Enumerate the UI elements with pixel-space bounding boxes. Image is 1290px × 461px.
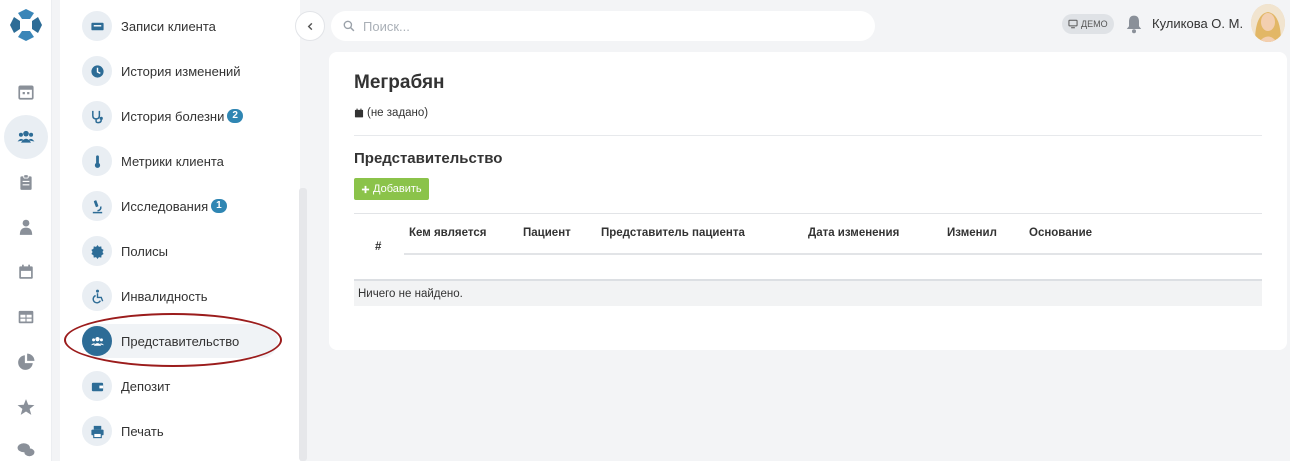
patient-name: Меграбян — [354, 72, 445, 93]
add-representative-button[interactable]: Добавить — [354, 178, 429, 200]
divider — [354, 135, 1262, 136]
clipboard-icon[interactable] — [4, 160, 48, 204]
add-button-label: Добавить — [373, 183, 422, 195]
menu-item-medical-history[interactable]: История болезни 2 — [82, 99, 278, 133]
chevron-left-icon — [307, 22, 312, 30]
count-badge: 1 — [211, 199, 227, 213]
id-card-icon — [82, 11, 112, 41]
printer-icon — [82, 416, 112, 446]
empty-message: Ничего не найдено. — [358, 287, 463, 300]
birth-date-value: (не задано) — [367, 107, 429, 119]
menu-item-label: Исследования — [121, 198, 209, 214]
column-header-relation[interactable]: Кем является — [409, 227, 486, 239]
stethoscope-icon — [82, 101, 112, 131]
collapse-menu-button[interactable] — [295, 11, 325, 41]
avatar[interactable] — [1251, 4, 1285, 42]
notification-bell-icon[interactable] — [1125, 14, 1143, 34]
clock-icon — [82, 56, 112, 86]
menu-item-client-metrics[interactable]: Метрики клиента — [82, 144, 278, 178]
doctor-icon[interactable] — [4, 205, 48, 249]
thermometer-icon — [82, 146, 112, 176]
demo-badge[interactable]: ДЕМО — [1062, 14, 1114, 34]
pie-chart-icon[interactable] — [4, 340, 48, 384]
menu-item-change-history[interactable]: История изменений — [82, 54, 278, 88]
header-underline — [404, 253, 1262, 255]
menu-item-label: Представительство — [121, 333, 240, 349]
calendar-icon — [354, 108, 364, 118]
icon-rail — [0, 0, 52, 461]
search-icon — [343, 20, 355, 32]
menu-item-disability[interactable]: Инвалидность — [82, 279, 278, 313]
menu-item-client-records[interactable]: Записи клиента — [82, 9, 278, 43]
patient-card: Меграбян (не задано) Представительство Д… — [329, 52, 1287, 350]
menu-item-label: Полисы — [121, 243, 168, 259]
star-icon[interactable] — [4, 385, 48, 429]
microscope-icon — [82, 191, 112, 221]
users-icon — [82, 326, 112, 356]
app-logo[interactable] — [8, 7, 44, 43]
search-input[interactable] — [363, 18, 843, 34]
menu-item-print[interactable]: Печать — [82, 414, 278, 448]
wheelchair-icon — [82, 281, 112, 311]
certificate-icon — [82, 236, 112, 266]
search-bar[interactable] — [331, 11, 875, 41]
menu-item-label: Инвалидность — [121, 288, 208, 304]
clients-icon[interactable] — [4, 115, 48, 159]
menu-item-label: Записи клиента — [121, 18, 216, 34]
calendar-icon[interactable] — [4, 70, 48, 114]
menu-item-label: Депозит — [121, 378, 171, 394]
demo-label: ДЕМО — [1081, 19, 1108, 29]
column-header-basis[interactable]: Основание — [1029, 227, 1092, 239]
schedule-icon[interactable] — [4, 250, 48, 294]
empty-table-row: Ничего не найдено. — [354, 281, 1262, 306]
monitor-icon — [1068, 19, 1078, 29]
column-header-changed-by[interactable]: Изменил — [947, 227, 997, 239]
menu-item-deposit[interactable]: Депозит — [82, 369, 278, 403]
column-header-change-date[interactable]: Дата изменения — [808, 227, 899, 239]
plus-icon — [361, 185, 370, 193]
menu-item-label: Метрики клиента — [121, 153, 224, 169]
client-menu: Записи клиента История изменений История… — [60, 0, 300, 461]
table-border — [354, 213, 1262, 214]
column-header-patient[interactable]: Пациент — [523, 227, 571, 239]
column-header-representative[interactable]: Представитель пациента — [601, 227, 745, 239]
menu-item-label: История болезни — [121, 108, 225, 124]
column-header-number[interactable]: # — [375, 241, 381, 253]
birth-date: (не задано) — [354, 107, 428, 119]
menu-item-representation[interactable]: Представительство — [82, 324, 278, 358]
menu-item-label: Печать — [121, 423, 164, 439]
chat-icon[interactable] — [4, 428, 48, 461]
section-title: Представительство — [354, 150, 503, 167]
menu-item-research[interactable]: Исследования 1 — [82, 189, 278, 223]
count-badge: 2 — [227, 109, 243, 123]
menu-scrollbar[interactable] — [299, 188, 307, 461]
menu-item-label: История изменений — [121, 63, 241, 79]
user-name[interactable]: Куликова О. М. — [1152, 16, 1243, 31]
table-icon[interactable] — [4, 295, 48, 339]
menu-item-policies[interactable]: Полисы — [82, 234, 278, 268]
wallet-icon — [82, 371, 112, 401]
